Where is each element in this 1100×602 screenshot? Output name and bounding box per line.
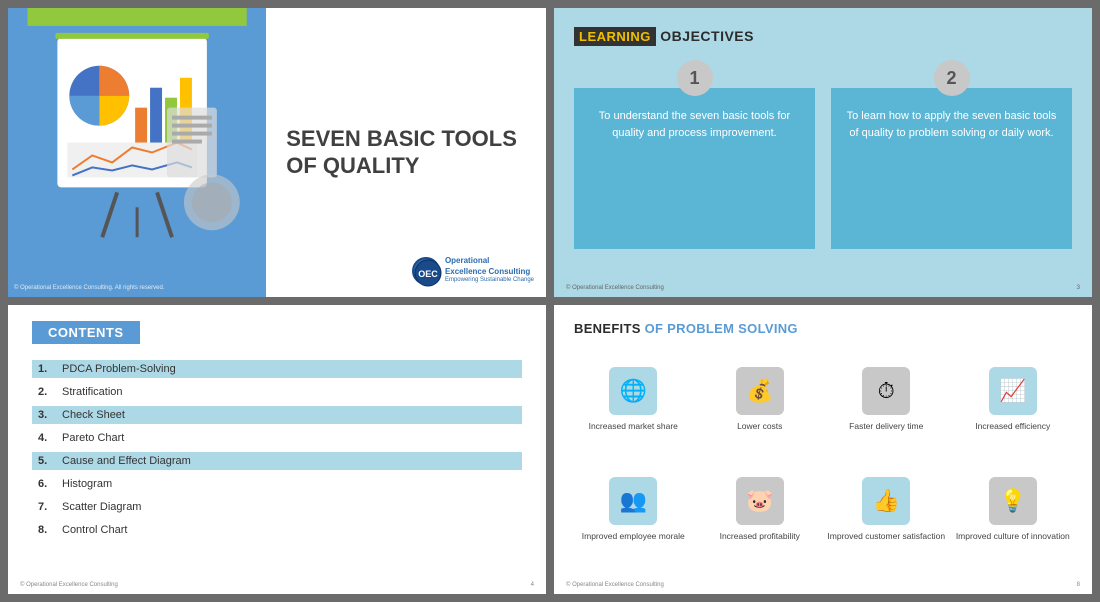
benefit-label: Faster delivery time xyxy=(849,421,923,432)
slide1-image-panel: © Operational Excellence Consulting. All… xyxy=(8,8,266,297)
slide3-footer-right: 4 xyxy=(531,582,534,588)
slide-contents: CONTENTS 1. PDCA Problem-Solving 2. Stratif… xyxy=(8,305,546,594)
benefit-label: Increased profitability xyxy=(720,531,800,542)
slide1-title-panel: SEVEN BASIC TOOLS OF QUALITY OEC Operati… xyxy=(266,8,546,297)
learning-grid: 1 To understand the seven basic tools fo… xyxy=(574,60,1072,249)
item-label: Pareto Chart xyxy=(62,432,124,444)
list-item: 4. Pareto Chart xyxy=(32,429,522,447)
benefit-icon: ⏱ xyxy=(862,367,910,415)
benefit-item: 💰 Lower costs xyxy=(701,348,820,451)
benefit-icon: 👍 xyxy=(862,477,910,525)
slide2-footer-left: © Operational Excellence Consulting xyxy=(566,285,664,291)
item-number: 3. xyxy=(38,409,54,421)
benefit-label: Improved employee morale xyxy=(582,531,685,542)
learning-box-1: To understand the seven basic tools for … xyxy=(574,88,815,249)
contents-list: 1. PDCA Problem-Solving 2. Stratification 3.… xyxy=(32,360,522,539)
learning-number-1: 1 xyxy=(677,60,713,96)
slide1-logo: OEC Operational Excellence Consulting Em… xyxy=(412,256,534,285)
learning-item-2: 2 To learn how to apply the seven basic … xyxy=(831,60,1072,249)
benefit-label: Improved customer satisfaction xyxy=(827,531,945,542)
item-label: Cause and Effect Diagram xyxy=(62,455,191,467)
slide2-title: LEARNING OBJECTIVES xyxy=(574,28,1072,44)
item-label: Check Sheet xyxy=(62,409,125,421)
slide-benefits: BENEFITS OF PROBLEM SOLVING 🌐 Increased … xyxy=(554,305,1092,594)
logo-text: Operational Excellence Consulting Empowe… xyxy=(445,256,534,285)
learning-number-2: 2 xyxy=(934,60,970,96)
logo-circle-icon: OEC xyxy=(412,257,440,285)
benefit-icon: 🌐 xyxy=(609,367,657,415)
item-number: 7. xyxy=(38,501,54,513)
list-item: 2. Stratification xyxy=(32,383,522,401)
slide4-footer-left: © Operational Excellence Consulting xyxy=(566,582,664,588)
item-label: Histogram xyxy=(62,478,112,490)
slide1-title: SEVEN BASIC TOOLS OF QUALITY xyxy=(286,126,526,179)
item-number: 5. xyxy=(38,455,54,467)
benefit-icon: 💰 xyxy=(736,367,784,415)
item-number: 1. xyxy=(38,363,54,375)
slide3-footer-left: © Operational Excellence Consulting xyxy=(20,582,118,588)
item-label: Scatter Diagram xyxy=(62,501,141,513)
list-item: 1. PDCA Problem-Solving xyxy=(32,360,522,378)
benefit-icon: 📈 xyxy=(989,367,1037,415)
svg-text:OEC: OEC xyxy=(418,269,438,279)
benefit-label: Increased market share xyxy=(589,421,678,432)
slide-learning-objectives: LEARNING OBJECTIVES 1 To understand the … xyxy=(554,8,1092,297)
benefit-label: Increased efficiency xyxy=(975,421,1050,432)
slide-seven-basic-tools: © Operational Excellence Consulting. All… xyxy=(8,8,546,297)
benefit-icon: 🐷 xyxy=(736,477,784,525)
slide1-copyright: © Operational Excellence Consulting. All… xyxy=(14,285,165,291)
benefit-item: 📈 Increased efficiency xyxy=(954,348,1073,451)
learning-box-2: To learn how to apply the seven basic to… xyxy=(831,88,1072,249)
benefit-icon: 👥 xyxy=(609,477,657,525)
item-number: 2. xyxy=(38,386,54,398)
learning-item-1: 1 To understand the seven basic tools fo… xyxy=(574,60,815,249)
slide3-footer: © Operational Excellence Consulting 4 xyxy=(8,582,546,588)
slide4-footer: © Operational Excellence Consulting 8 xyxy=(554,582,1092,588)
contents-title: CONTENTS xyxy=(32,321,140,344)
item-number: 8. xyxy=(38,524,54,536)
item-number: 6. xyxy=(38,478,54,490)
list-item: 7. Scatter Diagram xyxy=(32,498,522,516)
benefits-grid: 🌐 Increased market share 💰 Lower costs ⏱… xyxy=(574,348,1072,561)
benefits-title: BENEFITS OF PROBLEM SOLVING xyxy=(574,321,1072,336)
benefit-item: ⏱ Faster delivery time xyxy=(827,348,946,451)
benefit-label: Lower costs xyxy=(737,421,782,432)
benefit-item: 🐷 Increased profitability xyxy=(701,459,820,562)
benefit-item: 💡 Improved culture of innovation xyxy=(954,459,1073,562)
benefit-item: 👥 Improved employee morale xyxy=(574,459,693,562)
benefit-icon: 💡 xyxy=(989,477,1037,525)
list-item: 8. Control Chart xyxy=(32,521,522,539)
list-item: 6. Histogram xyxy=(32,475,522,493)
list-item: 5. Cause and Effect Diagram xyxy=(32,452,522,470)
item-label: PDCA Problem-Solving xyxy=(62,363,176,375)
item-label: Stratification xyxy=(62,386,123,398)
slide4-footer-right: 8 xyxy=(1077,582,1080,588)
item-label: Control Chart xyxy=(62,524,127,536)
slide2-footer: © Operational Excellence Consulting 3 xyxy=(554,285,1092,291)
benefit-item: 🌐 Increased market share xyxy=(574,348,693,451)
list-item: 3. Check Sheet xyxy=(32,406,522,424)
benefit-label: Improved culture of innovation xyxy=(956,531,1070,542)
benefit-item: 👍 Improved customer satisfaction xyxy=(827,459,946,562)
slide2-footer-right: 3 xyxy=(1077,285,1080,291)
item-number: 4. xyxy=(38,432,54,444)
